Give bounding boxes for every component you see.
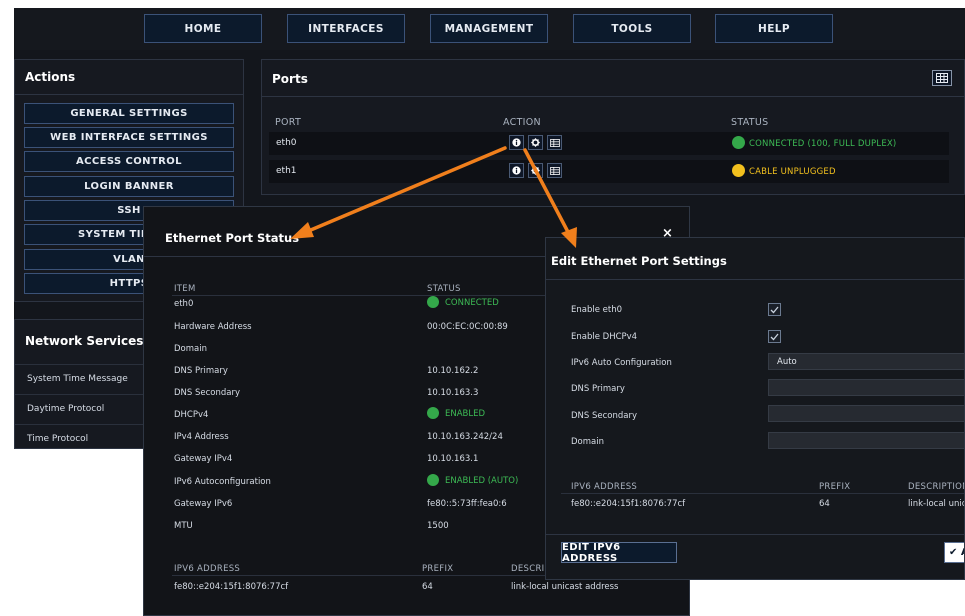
- ipv6-address-column-header: IPV6 ADDRESS: [174, 564, 241, 574]
- enable-dhcpv4-checkbox[interactable]: [768, 330, 781, 343]
- port-status-text: CONNECTED (100, FULL DUPLEX): [749, 139, 897, 149]
- status-item-value: ENABLED (AUTO): [445, 476, 519, 486]
- status-item-label: Gateway IPv4: [174, 454, 233, 464]
- ipv6-prefix-value: 64: [422, 582, 433, 592]
- port-name: eth0: [276, 138, 297, 148]
- web-interface-settings-button[interactable]: WEB INTERFACE SETTINGS: [24, 127, 234, 148]
- nav-home-button[interactable]: HOME: [144, 14, 262, 43]
- top-navigation: HOME INTERFACES MANAGEMENT TOOLS HELP: [14, 8, 965, 50]
- enable-dhcpv4-label: Enable DHCPv4: [571, 332, 638, 342]
- ipv6-description-value: link-local unicast address: [511, 582, 619, 592]
- port-row-eth0: eth0 CONNECTED (100, FULL DUPLEX): [269, 132, 949, 155]
- ipv6-auto-config-label: IPv6 Auto Configuration: [571, 358, 672, 368]
- domain-input[interactable]: [768, 432, 964, 449]
- ipv6-auto-config-select[interactable]: Auto: [768, 353, 964, 370]
- port-column-header: PORT: [275, 117, 302, 128]
- prefix-column-header: PREFIX: [422, 564, 454, 574]
- table-icon[interactable]: [547, 135, 562, 150]
- actions-divider: [15, 94, 243, 95]
- status-indicator-connected: [732, 136, 745, 149]
- status-item-label: IPv4 Address: [174, 432, 229, 442]
- close-icon[interactable]: ×: [662, 226, 673, 241]
- status-item-label: Hardware Address: [174, 322, 252, 332]
- status-item-value: 10.10.163.242/24: [427, 432, 503, 442]
- status-item-label: Gateway IPv6: [174, 499, 233, 509]
- port-name: eth1: [276, 166, 297, 176]
- dns-secondary-input[interactable]: [768, 405, 964, 422]
- info-icon[interactable]: [509, 135, 524, 150]
- edit-ethernet-port-settings-modal: Edit Ethernet Port Settings Enable eth0 …: [545, 237, 965, 580]
- status-item-value: 00:0C:EC:0C:00:89: [427, 322, 508, 332]
- gear-icon[interactable]: [528, 135, 543, 150]
- access-control-button[interactable]: ACCESS CONTROL: [24, 151, 234, 172]
- dns-primary-input[interactable]: [768, 379, 964, 396]
- nav-help-button[interactable]: HELP: [715, 14, 833, 43]
- dns-primary-label: DNS Primary: [571, 384, 625, 394]
- gear-icon[interactable]: [528, 163, 543, 178]
- status-item-label: DNS Secondary: [174, 388, 241, 398]
- ipv6-description-value: link-local unicast: [908, 499, 964, 509]
- port-status-text: CABLE UNPLUGGED: [749, 167, 836, 177]
- header-underline: [172, 295, 572, 296]
- status-item-value: ENABLED: [445, 409, 486, 419]
- status-item-value: 10.10.163.1: [427, 454, 479, 464]
- status-column-header: STATUS: [427, 284, 461, 294]
- status-item-value: 10.10.162.2: [427, 366, 479, 376]
- ipv6-prefix-value: 64: [819, 499, 830, 509]
- general-settings-button[interactable]: GENERAL SETTINGS: [24, 103, 234, 124]
- ports-title: Ports: [272, 72, 308, 86]
- nav-interfaces-button[interactable]: INTERFACES: [287, 14, 405, 43]
- login-banner-button[interactable]: LOGIN BANNER: [24, 176, 234, 197]
- port-row-eth1: eth1 CABLE UNPLUGGED: [269, 160, 949, 183]
- description-column-header: DESCRIPTION: [908, 482, 965, 492]
- ipv6-address-value: fe80::e204:15f1:8076:77cf: [174, 582, 289, 592]
- status-item-label: DNS Primary: [174, 366, 228, 376]
- actions-title: Actions: [25, 70, 76, 84]
- prefix-column-header: PREFIX: [819, 482, 851, 492]
- apply-button[interactable]: ✔ A: [944, 542, 964, 563]
- enable-eth0-label: Enable eth0: [571, 305, 623, 315]
- ports-panel: Ports PORT ACTION STATUS eth0 CONNECTED …: [261, 59, 965, 195]
- edit-ipv6-address-button[interactable]: EDIT IPV6 ADDRESS: [561, 542, 677, 564]
- status-item-label: eth0: [174, 299, 194, 309]
- nav-tools-button[interactable]: TOOLS: [573, 14, 691, 43]
- enabled-auto-indicator: [427, 474, 439, 486]
- ipv6-address-column-header: IPV6 ADDRESS: [571, 482, 638, 492]
- action-column-header: ACTION: [503, 117, 541, 128]
- status-item-value: 1500: [427, 521, 449, 531]
- status-item-value: 10.10.163.3: [427, 388, 479, 398]
- status-indicator-unplugged: [732, 164, 745, 177]
- table-icon[interactable]: [547, 163, 562, 178]
- item-column-header: ITEM: [174, 284, 196, 294]
- status-item-label: Domain: [174, 344, 207, 354]
- status-column-header: STATUS: [731, 117, 769, 128]
- info-icon[interactable]: [509, 163, 524, 178]
- status-item-label: IPv6 Autoconfiguration: [174, 477, 271, 487]
- status-item-label: DHCPv4: [174, 410, 209, 420]
- status-modal-title: Ethernet Port Status: [165, 231, 300, 245]
- dns-secondary-label: DNS Secondary: [571, 411, 638, 421]
- ports-divider: [262, 96, 964, 97]
- status-item-label: MTU: [174, 521, 193, 531]
- status-item-value: CONNECTED: [445, 298, 499, 308]
- ipv6-address-value: fe80::e204:15f1:8076:77cf: [571, 499, 686, 509]
- table-view-icon[interactable]: [932, 70, 952, 86]
- connected-indicator: [427, 296, 439, 308]
- edit-modal-title: Edit Ethernet Port Settings: [551, 254, 727, 268]
- nav-management-button[interactable]: MANAGEMENT: [430, 14, 548, 43]
- status-item-value: fe80::5:73ff:fea0:6: [427, 499, 507, 509]
- edit-modal-footer-divider: [546, 534, 964, 535]
- enable-eth0-checkbox[interactable]: [768, 303, 781, 316]
- ipv6-header-underline: [561, 493, 964, 494]
- network-services-title: Network Services: [25, 334, 144, 348]
- enabled-indicator: [427, 407, 439, 419]
- edit-modal-divider: [546, 279, 964, 280]
- domain-label: Domain: [571, 437, 604, 447]
